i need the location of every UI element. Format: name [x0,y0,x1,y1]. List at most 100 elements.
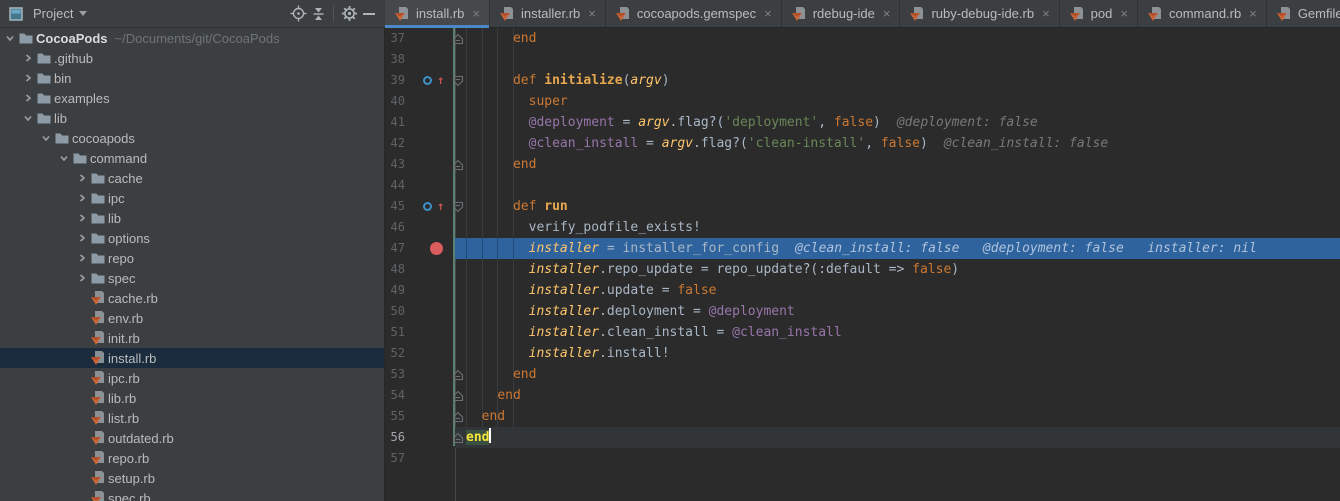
tree-item-options[interactable]: options [0,228,384,248]
chevron-right-icon[interactable] [74,193,90,203]
code-line-54[interactable]: 54 end [385,385,1340,406]
code-line-39[interactable]: 39↑ def initialize(argv) [385,70,1340,91]
code-line-56[interactable]: 56end [385,427,1340,448]
locate-target-icon[interactable] [288,4,308,24]
tab-Gemfile[interactable]: Gemfile× [1267,0,1340,27]
code-text[interactable]: end [466,28,1340,49]
fold-region-start-icon[interactable] [452,201,464,213]
chevron-right-icon[interactable] [74,253,90,263]
close-icon[interactable]: × [1249,6,1257,21]
close-icon[interactable]: × [764,6,772,21]
tab-cocoapods.gemspec[interactable]: cocoapods.gemspec× [606,0,782,27]
tree-item-command[interactable]: command [0,148,384,168]
code-text[interactable]: end [466,364,1340,385]
code-text[interactable]: def run [466,196,1340,217]
tree-item-cache.rb[interactable]: cache.rb [0,288,384,308]
code-text[interactable]: end [466,406,1340,427]
chevron-right-icon[interactable] [20,53,36,63]
chevron-right-icon[interactable] [74,173,90,183]
code-text[interactable] [466,49,1340,70]
code-line-44[interactable]: 44 [385,175,1340,196]
breakpoint-icon[interactable] [430,242,443,255]
tree-item-ipc.rb[interactable]: ipc.rb [0,368,384,388]
code-text[interactable] [466,175,1340,196]
code-line-38[interactable]: 38 [385,49,1340,70]
tab-command.rb[interactable]: command.rb× [1138,0,1267,27]
overriding-method-icon[interactable] [423,202,432,211]
close-icon[interactable]: × [1042,6,1050,21]
chevron-down-icon[interactable] [56,153,72,163]
tree-item-spec.rb[interactable]: spec.rb [0,488,384,501]
fold-region-end-icon[interactable] [452,33,464,45]
chevron-down-icon[interactable] [79,11,87,16]
fold-region-end-icon[interactable] [452,390,464,402]
code-line-48[interactable]: 48 installer.repo_update = repo_update?(… [385,259,1340,280]
code-text[interactable]: @clean_install = argv.flag?('clean-insta… [466,133,1340,154]
collapse-all-icon[interactable] [308,4,328,24]
code-line-53[interactable]: 53 end [385,364,1340,385]
code-text[interactable]: end [466,385,1340,406]
code-line-41[interactable]: 41 @deployment = argv.flag?('deployment'… [385,112,1340,133]
code-text[interactable]: installer.clean_install = @clean_install [466,322,1340,343]
code-line-51[interactable]: 51 installer.clean_install = @clean_inst… [385,322,1340,343]
chevron-right-icon[interactable] [20,93,36,103]
code-text[interactable]: end [466,154,1340,175]
close-icon[interactable]: × [472,6,480,21]
settings-gear-icon[interactable] [339,4,359,24]
code-line-42[interactable]: 42 @clean_install = argv.flag?('clean-in… [385,133,1340,154]
chevron-right-icon[interactable] [20,73,36,83]
tree-item-lib[interactable]: lib [0,108,384,128]
tree-item-ipc[interactable]: ipc [0,188,384,208]
tree-item-lib[interactable]: lib [0,208,384,228]
chevron-right-icon[interactable] [74,273,90,283]
code-editor[interactable]: 37 end3839↑ def initialize(argv)40 super… [385,28,1340,501]
code-line-40[interactable]: 40 super [385,91,1340,112]
chevron-down-icon[interactable] [2,33,18,43]
tab-pod[interactable]: pod× [1060,0,1138,27]
tree-item-.github[interactable]: .github [0,48,384,68]
close-icon[interactable]: × [883,6,891,21]
chevron-down-icon[interactable] [20,113,36,123]
tree-item-CocoaPods[interactable]: CocoaPods~/Documents/git/CocoaPods [0,28,384,48]
fold-region-end-icon[interactable] [452,159,464,171]
tree-item-init.rb[interactable]: init.rb [0,328,384,348]
overriding-method-icon[interactable] [423,76,432,85]
tool-window-icon[interactable] [6,4,26,24]
code-line-46[interactable]: 46 verify_podfile_exists! [385,217,1340,238]
tree-item-examples[interactable]: examples [0,88,384,108]
project-panel-title[interactable]: Project [33,6,73,21]
tree-item-cocoapods[interactable]: cocoapods [0,128,384,148]
chevron-right-icon[interactable] [74,233,90,243]
code-text[interactable]: super [466,91,1340,112]
tree-item-cache[interactable]: cache [0,168,384,188]
code-text[interactable]: def initialize(argv) [466,70,1340,91]
tree-item-list.rb[interactable]: list.rb [0,408,384,428]
chevron-down-icon[interactable] [38,133,54,143]
code-line-57[interactable]: 57 [385,448,1340,469]
code-text[interactable]: verify_podfile_exists! [466,217,1340,238]
tab-install.rb[interactable]: install.rb× [385,0,490,27]
fold-region-end-icon[interactable] [452,411,464,423]
code-line-49[interactable]: 49 installer.update = false [385,280,1340,301]
code-text[interactable]: installer.install! [466,343,1340,364]
tree-item-env.rb[interactable]: env.rb [0,308,384,328]
code-text[interactable]: end [466,427,1340,448]
tree-item-bin[interactable]: bin [0,68,384,88]
code-line-55[interactable]: 55 end [385,406,1340,427]
tree-item-repo.rb[interactable]: repo.rb [0,448,384,468]
tab-installer.rb[interactable]: installer.rb× [490,0,606,27]
fold-region-end-icon[interactable] [452,369,464,381]
tree-item-repo[interactable]: repo [0,248,384,268]
code-line-47[interactable]: 47 installer = installer_for_config@clea… [385,238,1340,259]
tree-item-install.rb[interactable]: install.rb [0,348,384,368]
tree-item-lib.rb[interactable]: lib.rb [0,388,384,408]
code-line-52[interactable]: 52 installer.install! [385,343,1340,364]
code-text[interactable]: installer.update = false [466,280,1340,301]
code-text[interactable] [466,448,1340,469]
code-text[interactable]: installer.repo_update = repo_update?(:de… [466,259,1340,280]
close-icon[interactable]: × [1120,6,1128,21]
tree-item-outdated.rb[interactable]: outdated.rb [0,428,384,448]
tree-item-spec[interactable]: spec [0,268,384,288]
fold-region-start-icon[interactable] [452,75,464,87]
code-line-37[interactable]: 37 end [385,28,1340,49]
